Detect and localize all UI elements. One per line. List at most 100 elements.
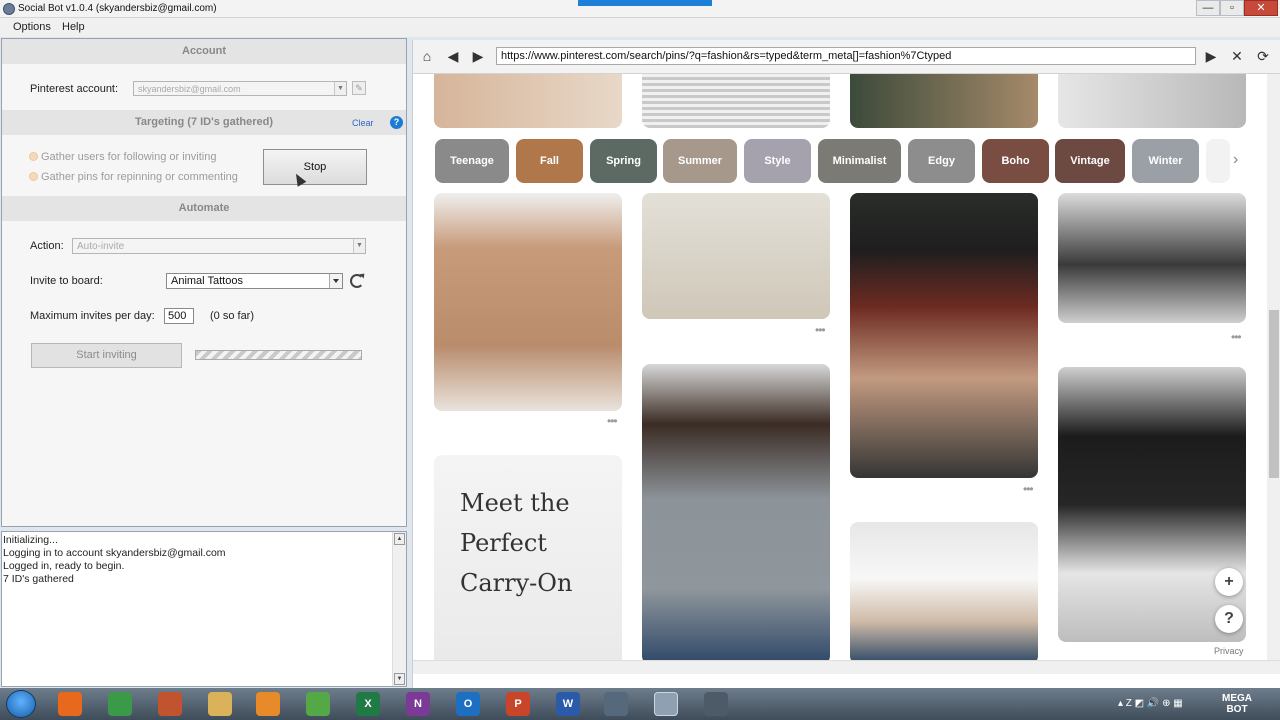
chip-boho[interactable]: Boho <box>982 139 1049 183</box>
pin-image[interactable] <box>642 193 830 319</box>
user-icon[interactable] <box>654 692 678 716</box>
log-line: 7 ID's gathered <box>3 573 74 585</box>
forward-arrow-icon[interactable]: ▶ <box>468 46 488 66</box>
pinterest-feed: Teenage Fall Spring Summer Style Minimal… <box>413 74 1265 674</box>
menu-bar: Options Help <box>0 18 1280 37</box>
pin-image[interactable] <box>1058 367 1246 642</box>
url-bar[interactable]: https://www.pinterest.com/search/pins/?q… <box>496 47 1196 65</box>
onenote-icon[interactable]: N <box>406 692 430 716</box>
window-title: Social Bot v1.0.4 (skyandersbiz@gmail.co… <box>18 3 217 14</box>
outlook-icon[interactable]: O <box>456 692 480 716</box>
scroll-down-icon[interactable]: ▼ <box>394 673 405 685</box>
menu-help[interactable]: Help <box>62 21 85 33</box>
minimize-button[interactable]: — <box>1196 0 1220 16</box>
green-app-icon[interactable] <box>306 692 330 716</box>
chevron-down-icon: ▼ <box>334 82 346 95</box>
invites-so-far: (0 so far) <box>210 310 255 322</box>
chevron-down-icon: ▼ <box>353 239 365 253</box>
pin-image[interactable] <box>1058 74 1246 128</box>
pinterest-account-value: skyandersbiz@gmail.com <box>138 84 241 94</box>
back-arrow-icon[interactable]: ◀ <box>443 46 463 66</box>
chip-summer[interactable]: Summer <box>663 139 737 183</box>
go-icon[interactable]: ▶ <box>1201 46 1221 66</box>
reload-icon[interactable]: ⟳ <box>1253 46 1273 66</box>
chip-winter[interactable]: Winter <box>1132 139 1199 183</box>
start-inviting-button[interactable]: Start inviting <box>31 343 182 368</box>
gather-users-radio[interactable] <box>29 152 38 161</box>
firefox-icon[interactable] <box>58 692 82 716</box>
action-label: Action: <box>30 240 64 252</box>
maximize-button[interactable]: ▫ <box>1220 0 1244 16</box>
taskbar: X N O P W ▴ Z ◩ 🔊 ⊕ ▦ MEGA BOT <box>0 688 1280 720</box>
pin-image[interactable] <box>434 193 622 411</box>
invite-board-value: Animal Tattoos <box>171 275 243 287</box>
browser-scrollbar[interactable]: ▼ <box>1267 74 1280 674</box>
more-options-icon[interactable]: ••• <box>1023 482 1034 496</box>
word-icon[interactable]: W <box>556 692 580 716</box>
pin-image[interactable] <box>642 74 830 128</box>
powerpoint-icon[interactable]: P <box>506 692 530 716</box>
more-options-icon[interactable]: ••• <box>815 323 826 337</box>
more-options-icon[interactable]: ••• <box>1231 330 1242 344</box>
pin-image[interactable] <box>850 193 1038 478</box>
ad-headline: Meet the Perfect Carry-On <box>460 489 573 597</box>
media-player-icon[interactable] <box>256 692 280 716</box>
menu-options[interactable]: Options <box>13 21 51 33</box>
max-invites-input[interactable]: 500 <box>164 308 194 324</box>
ad-pin[interactable]: Meet the Perfect Carry-On <box>434 455 622 674</box>
invite-board-select[interactable]: Animal Tattoos <box>166 273 343 289</box>
edit-account-button[interactable]: ✎ <box>352 81 366 95</box>
close-button[interactable]: ✕ <box>1244 0 1278 16</box>
refresh-icon[interactable] <box>350 274 364 288</box>
automate-section-header: Automate <box>2 196 406 221</box>
home-icon[interactable]: ⌂ <box>417 46 437 66</box>
clear-link[interactable]: Clear <box>352 118 374 128</box>
chip-partial[interactable] <box>1206 139 1230 183</box>
chip-teenage[interactable]: Teenage <box>435 139 509 183</box>
excel-icon[interactable]: X <box>356 692 380 716</box>
chip-style[interactable]: Style <box>744 139 811 183</box>
app-icon[interactable] <box>158 692 182 716</box>
help-icon[interactable]: ? <box>390 116 403 129</box>
embedded-browser: ⌂ ◀ ▶ https://www.pinterest.com/search/p… <box>412 40 1280 688</box>
action-value: Auto-invite <box>77 241 125 252</box>
gather-users-label: Gather users for following or inviting <box>41 151 217 163</box>
help-icon[interactable]: ? <box>1215 605 1243 633</box>
social-bot-icon[interactable] <box>604 692 628 716</box>
horizontal-scrollbar[interactable] <box>413 660 1280 674</box>
log-line: Initializing... <box>3 534 58 546</box>
log-scrollbar[interactable]: ▲ ▼ <box>392 532 406 686</box>
snipping-tool-icon[interactable] <box>704 692 728 716</box>
chip-minimalist[interactable]: Minimalist <box>818 139 901 183</box>
pinterest-account-label: Pinterest account: <box>30 83 119 95</box>
pin-image[interactable] <box>850 522 1038 664</box>
scrollbar-thumb[interactable] <box>1269 310 1279 478</box>
pin-image[interactable] <box>434 74 622 128</box>
chip-vintage[interactable]: Vintage <box>1055 139 1125 183</box>
action-select[interactable]: Auto-invite ▼ <box>72 238 366 254</box>
chip-fall[interactable]: Fall <box>516 139 583 183</box>
start-button-icon[interactable] <box>6 690 36 718</box>
folder-icon[interactable] <box>208 692 232 716</box>
more-options-icon[interactable]: ••• <box>607 414 618 428</box>
pinterest-account-select[interactable]: skyandersbiz@gmail.com ▼ <box>133 81 347 96</box>
gather-pins-label: Gather pins for repinning or commenting <box>41 171 238 183</box>
pin-image[interactable] <box>1058 193 1246 323</box>
stop-button[interactable]: Stop <box>263 149 367 185</box>
chip-edgy[interactable]: Edgy <box>908 139 975 183</box>
stop-icon[interactable]: ✕ <box>1227 46 1247 66</box>
log-panel: Initializing... Logging in to account sk… <box>1 531 407 687</box>
pin-image[interactable] <box>850 74 1038 128</box>
chrome-icon[interactable] <box>108 692 132 716</box>
invite-board-label: Invite to board: <box>30 275 103 287</box>
system-tray[interactable]: ▴ Z ◩ 🔊 ⊕ ▦ <box>1118 698 1183 709</box>
privacy-link[interactable]: Privacy <box>1214 646 1244 656</box>
gather-pins-radio[interactable] <box>29 172 38 181</box>
pin-image[interactable] <box>642 364 830 664</box>
add-icon[interactable]: + <box>1215 568 1243 596</box>
scroll-up-icon[interactable]: ▲ <box>394 533 405 545</box>
settings-panel: Account Pinterest account: skyandersbiz@… <box>1 38 407 527</box>
max-invites-label: Maximum invites per day: <box>30 310 155 322</box>
chevron-right-icon[interactable]: › <box>1233 151 1238 169</box>
chip-spring[interactable]: Spring <box>590 139 657 183</box>
